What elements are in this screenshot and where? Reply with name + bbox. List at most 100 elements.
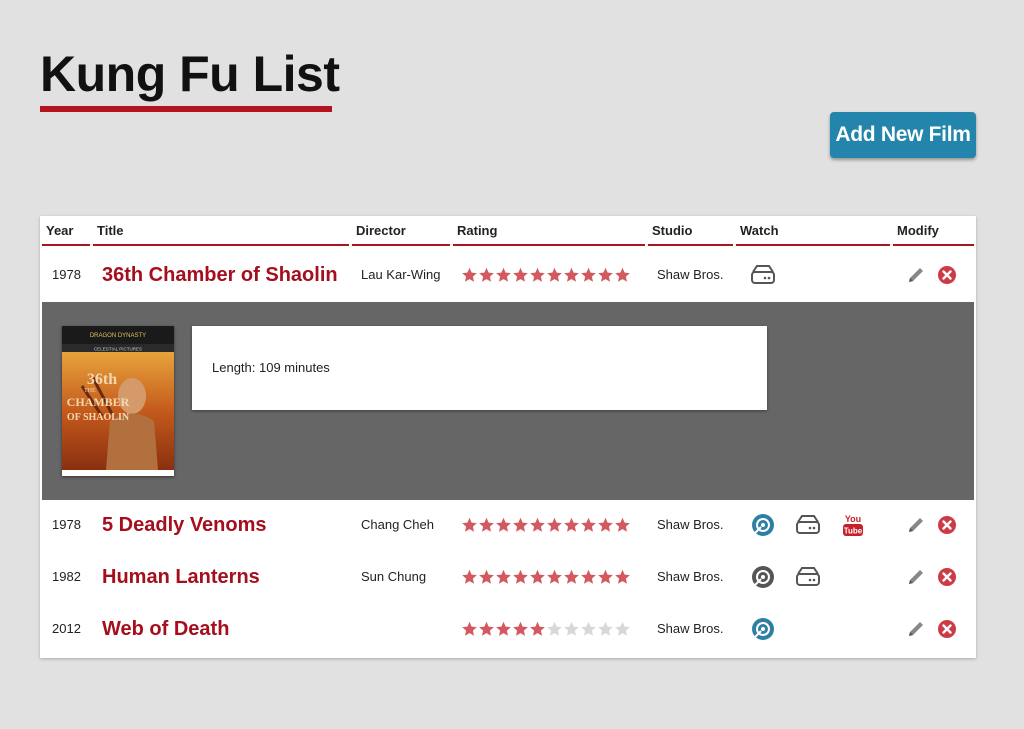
star-filled-icon[interactable]: [461, 569, 478, 585]
column-header-rating[interactable]: Rating: [453, 216, 645, 246]
table-row[interactable]: 1978 36th Chamber of Shaolin Lau Kar-Win…: [40, 249, 976, 301]
star-filled-icon[interactable]: [529, 569, 546, 585]
star-filled-icon[interactable]: [614, 267, 631, 283]
star-filled-icon[interactable]: [580, 569, 597, 585]
star-rating[interactable]: [461, 499, 631, 551]
films-table: Year Title Director Rating Studio Watch …: [40, 216, 976, 658]
svg-text:You: You: [845, 514, 861, 524]
year-cell: 2012: [52, 621, 81, 636]
star-filled-icon[interactable]: [495, 267, 512, 283]
star-filled-icon[interactable]: [614, 517, 631, 533]
column-header-watch[interactable]: Watch: [736, 216, 890, 246]
edit-pencil-icon[interactable]: [906, 515, 926, 535]
table-row[interactable]: 1978 5 Deadly Venoms Chang Cheh Shaw Bro…: [40, 499, 976, 551]
star-rating[interactable]: [461, 249, 631, 301]
hard-drive-icon[interactable]: [794, 565, 822, 589]
year-cell: 1978: [52, 267, 81, 282]
column-header-title[interactable]: Title: [93, 216, 349, 246]
star-filled-icon[interactable]: [478, 267, 495, 283]
studio-cell: Shaw Bros.: [657, 517, 724, 532]
hard-drive-icon[interactable]: [794, 513, 822, 537]
year-cell: 1982: [52, 569, 81, 584]
film-title-link[interactable]: Web of Death: [102, 603, 229, 655]
table-row[interactable]: 2012 Web of Death Shaw Bros.: [40, 603, 976, 655]
star-filled-icon[interactable]: [529, 517, 546, 533]
star-rating[interactable]: [461, 551, 631, 603]
column-header-director[interactable]: Director: [352, 216, 450, 246]
director-cell: Lau Kar-Wing: [361, 267, 441, 282]
star-filled-icon[interactable]: [529, 267, 546, 283]
delete-icon[interactable]: [937, 265, 957, 285]
star-filled-icon[interactable]: [597, 517, 614, 533]
disc-icon[interactable]: [751, 513, 775, 537]
star-filled-icon[interactable]: [512, 267, 529, 283]
column-header-year[interactable]: Year: [42, 216, 90, 246]
hard-drive-icon[interactable]: [749, 263, 777, 287]
film-title-link[interactable]: Human Lanterns: [102, 551, 260, 603]
star-filled-icon[interactable]: [478, 621, 495, 637]
add-new-film-button[interactable]: Add New Film: [830, 112, 976, 158]
youtube-icon[interactable]: You Tube: [842, 513, 864, 537]
edit-pencil-icon[interactable]: [906, 265, 926, 285]
director-cell: Chang Cheh: [361, 517, 434, 532]
column-header-studio[interactable]: Studio: [648, 216, 733, 246]
delete-icon[interactable]: [937, 567, 957, 587]
star-filled-icon[interactable]: [512, 621, 529, 637]
star-filled-icon[interactable]: [495, 621, 512, 637]
star-filled-icon[interactable]: [461, 621, 478, 637]
svg-text:THE: THE: [84, 388, 96, 394]
edit-pencil-icon[interactable]: [906, 619, 926, 639]
film-info-box: Length: 109 minutes: [192, 326, 767, 410]
svg-text:CELESTIAL PICTURES: CELESTIAL PICTURES: [94, 347, 142, 352]
film-title-link[interactable]: 36th Chamber of Shaolin: [102, 249, 338, 301]
film-title-link[interactable]: 5 Deadly Venoms: [102, 499, 267, 551]
star-empty-icon[interactable]: [580, 621, 597, 637]
year-cell: 1978: [52, 517, 81, 532]
star-filled-icon[interactable]: [597, 267, 614, 283]
star-filled-icon[interactable]: [597, 569, 614, 585]
star-filled-icon[interactable]: [563, 569, 580, 585]
star-filled-icon[interactable]: [546, 569, 563, 585]
film-poster-image: DRAGON DYNASTY CELESTIAL PICTURES 36th T…: [62, 326, 174, 476]
star-filled-icon[interactable]: [580, 517, 597, 533]
star-empty-icon[interactable]: [563, 621, 580, 637]
svg-text:36th: 36th: [87, 371, 117, 388]
svg-text:Tube: Tube: [844, 527, 863, 536]
star-filled-icon[interactable]: [478, 517, 495, 533]
star-empty-icon[interactable]: [546, 621, 563, 637]
star-filled-icon[interactable]: [546, 517, 563, 533]
star-filled-icon[interactable]: [461, 267, 478, 283]
svg-text:OF SHAOLIN: OF SHAOLIN: [67, 412, 130, 423]
star-filled-icon[interactable]: [563, 267, 580, 283]
star-filled-icon[interactable]: [495, 569, 512, 585]
star-filled-icon[interactable]: [529, 621, 546, 637]
star-rating[interactable]: [461, 603, 631, 655]
star-filled-icon[interactable]: [495, 517, 512, 533]
star-filled-icon[interactable]: [580, 267, 597, 283]
svg-text:DRAGON DYNASTY: DRAGON DYNASTY: [90, 333, 146, 339]
star-empty-icon[interactable]: [614, 621, 631, 637]
star-empty-icon[interactable]: [597, 621, 614, 637]
svg-text:CHAMBER: CHAMBER: [67, 395, 130, 409]
star-filled-icon[interactable]: [563, 517, 580, 533]
film-detail-panel: DRAGON DYNASTY CELESTIAL PICTURES 36th T…: [42, 302, 974, 500]
director-cell: Sun Chung: [361, 569, 427, 584]
studio-cell: Shaw Bros.: [657, 569, 724, 584]
disc-icon[interactable]: [751, 565, 775, 589]
edit-pencil-icon[interactable]: [906, 567, 926, 587]
table-row[interactable]: 1982 Human Lanterns Sun Chung Shaw Bros.: [40, 551, 976, 603]
star-filled-icon[interactable]: [546, 267, 563, 283]
page-title: Kung Fu List: [40, 46, 340, 102]
star-filled-icon[interactable]: [512, 517, 529, 533]
star-filled-icon[interactable]: [478, 569, 495, 585]
disc-icon[interactable]: [751, 617, 775, 641]
star-filled-icon[interactable]: [512, 569, 529, 585]
studio-cell: Shaw Bros.: [657, 621, 724, 636]
star-filled-icon[interactable]: [614, 569, 631, 585]
column-header-modify[interactable]: Modify: [893, 216, 974, 246]
star-filled-icon[interactable]: [461, 517, 478, 533]
studio-cell: Shaw Bros.: [657, 267, 724, 282]
film-length: Length: 109 minutes: [212, 360, 330, 375]
delete-icon[interactable]: [937, 515, 957, 535]
delete-icon[interactable]: [937, 619, 957, 639]
